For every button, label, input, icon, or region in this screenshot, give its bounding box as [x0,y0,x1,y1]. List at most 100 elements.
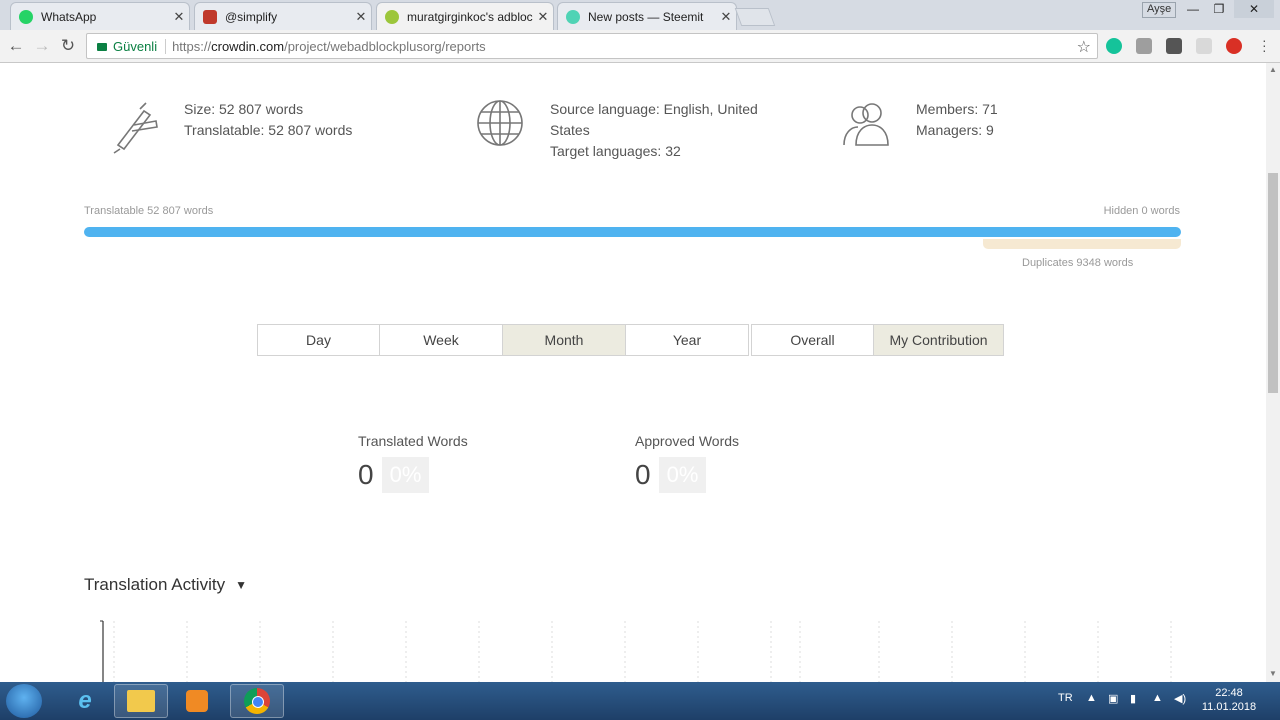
close-icon[interactable]: ✕ [533,9,553,25]
grammarly-icon[interactable] [1106,38,1122,54]
tab-title: New posts — Steemit [588,9,704,24]
globe-icon [477,100,523,146]
language-stat: Source language: English, United States … [476,99,770,162]
chrome-button[interactable] [230,684,284,718]
reports-page: Size: 52 807 words Translatable: 52 807 … [0,63,1266,682]
pdf-icon[interactable] [1196,38,1212,54]
internet-explorer-icon: e [78,687,92,714]
activity-chart [100,620,1172,682]
reload-button[interactable]: ↻ [56,34,80,58]
battery-icon[interactable]: ▮ [1130,692,1136,705]
size-text: Size: 52 807 words [184,101,304,117]
url-host: crowdin.com [211,38,285,54]
translated-words-metric: Translated Words 0 0% [358,433,468,493]
browser-toolbar: ← → ↻ Güvenli https://crowdin.com/projec… [0,30,1280,63]
mail-icon [203,9,217,24]
close-icon[interactable]: ✕ [716,9,736,25]
internet-explorer-button[interactable]: e [58,684,112,718]
tab-whatsapp[interactable]: WhatsApp ✕ [10,2,190,30]
tab-title: @simplify [225,9,278,24]
address-bar[interactable]: Güvenli https://crowdin.com/project/weba… [86,33,1098,59]
steemit-icon [566,9,580,24]
extension-icon[interactable] [1136,38,1152,54]
new-tab-button[interactable] [734,8,776,26]
translated-words-label: Translated Words [358,433,468,449]
duplicates-bar-label: Duplicates 9348 words [1022,257,1134,269]
browser-tab-bar: WhatsApp ✕ @simplify ✕ muratgirginkoc's … [0,0,1280,30]
translated-words-percent: 0% [381,457,430,493]
tab-month[interactable]: Month [502,324,626,356]
shield-icon[interactable] [1166,38,1182,54]
tab-day[interactable]: Day [257,324,380,356]
size-stat: Size: 52 807 words Translatable: 52 807 … [110,99,352,155]
translatable-bar-label: Translatable 52 807 words [84,205,214,217]
tab-year[interactable]: Year [625,324,749,356]
minimize-button[interactable]: — [1180,0,1206,18]
translatable-progress-bar [84,227,1181,237]
approved-words-value: 0 [635,459,651,490]
tab-title: muratgirginkoc's adblock [407,9,533,24]
chart-gridlines [113,621,1172,682]
close-icon[interactable]: ✕ [351,9,371,25]
approved-words-label: Approved Words [635,433,740,449]
secure-label: Güvenli [113,38,167,54]
caliper-icon [113,102,158,154]
windows-taskbar: e TR ▲ ▣ ▮ ▲ ◀) 22:48 11.01.2018 [0,682,1280,720]
media-player-icon [186,690,208,712]
profile-name[interactable]: Ayşe [1142,2,1177,18]
close-window-button[interactable]: ✕ [1234,0,1274,18]
tab-crowdin[interactable]: muratgirginkoc's adblock ✕ [376,2,554,30]
notification-icon[interactable] [1226,38,1242,54]
translated-words-value: 0 [358,459,374,490]
language-indicator[interactable]: TR [1058,692,1073,704]
clock-date: 11.01.2018 [1201,701,1257,713]
lock-icon [97,43,107,51]
tab-my-contribution[interactable]: My Contribution [873,324,1004,356]
url-scheme: https:// [172,38,212,54]
users-icon [843,103,889,146]
tray-arrow-icon[interactable]: ▲ [1086,692,1097,704]
scope-selector: Overall My Contribution [751,324,1004,356]
tab-steemit[interactable]: New posts — Steemit ✕ [557,2,737,30]
managers-text: Managers: 9 [916,122,994,138]
members-stat: Members: 71 Managers: 9 [842,99,998,155]
hidden-bar-label: Hidden 0 words [1103,205,1180,217]
scroll-thumb[interactable] [1268,173,1278,393]
network-icon[interactable]: ▲ [1152,692,1163,704]
scroll-down-arrow[interactable]: ▼ [1269,669,1277,678]
crowdin-icon [385,9,399,24]
maximize-button[interactable]: ❐ [1206,0,1232,18]
source-language-text: Source language: English, United States [550,101,758,138]
menu-icon[interactable]: · · · [1262,33,1267,57]
translation-activity-heading[interactable]: Translation Activity ▼ [84,575,247,595]
tab-simplify[interactable]: @simplify ✕ [194,2,372,30]
whatsapp-icon [19,9,33,24]
page-scrollbar[interactable]: ▲ ▼ [1266,63,1280,682]
scroll-up-arrow[interactable]: ▲ [1269,65,1277,74]
target-languages-text: Target languages: 32 [550,143,681,159]
duplicates-bar [983,239,1181,249]
period-selector: Day Week Month Year [257,324,749,356]
section-title: Translation Activity [84,575,226,594]
clock-time: 22:48 [1215,687,1243,699]
forward-button[interactable]: → [30,34,54,58]
volume-icon[interactable]: ◀) [1174,692,1186,705]
media-player-button[interactable] [170,684,224,718]
translatable-text: Translatable: 52 807 words [184,122,353,138]
chevron-down-icon[interactable]: ▼ [235,578,247,592]
tab-week[interactable]: Week [379,324,503,356]
folder-icon [127,690,155,712]
approved-words-percent: 0% [658,457,707,493]
close-icon[interactable]: ✕ [169,9,189,25]
tab-title: WhatsApp [41,9,97,24]
bookmark-star-icon[interactable]: ☆ [1077,37,1091,57]
url-text[interactable]: https://crowdin.com/project/webadblockpl… [166,39,486,54]
start-button[interactable] [6,684,42,718]
back-button[interactable]: ← [4,34,28,58]
tab-overall[interactable]: Overall [751,324,874,356]
tray-alert-icon[interactable]: ▣ [1108,692,1118,705]
members-text: Members: 71 [916,101,998,117]
approved-words-metric: Approved Words 0 0% [635,433,739,493]
file-explorer-button[interactable] [114,684,168,718]
system-clock[interactable]: 22:48 11.01.2018 [1198,686,1260,714]
